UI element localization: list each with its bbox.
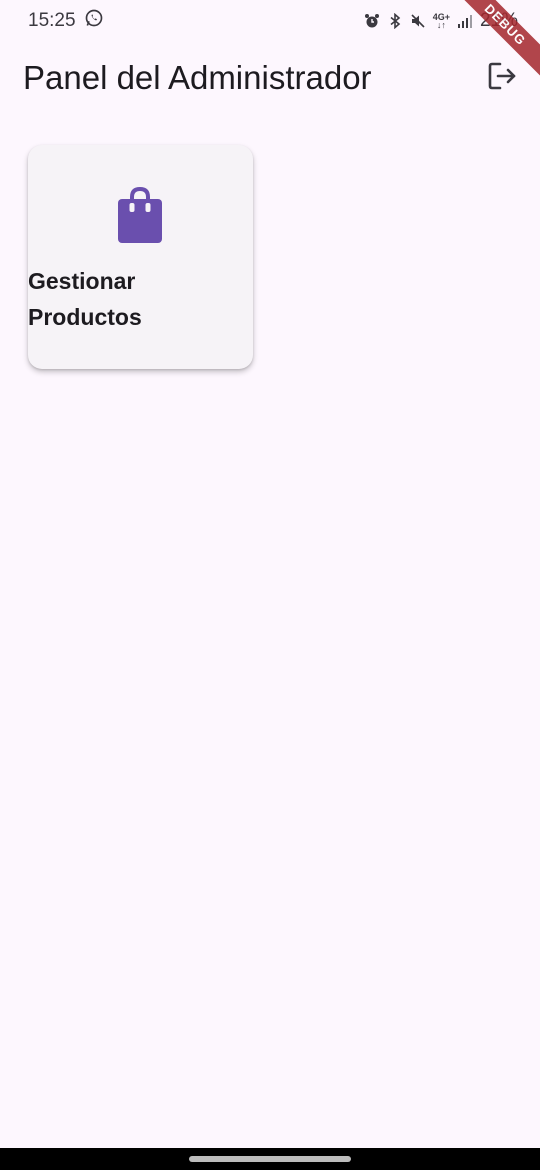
- screen: 15:25 4G+ ↓↑ DEBUG Panel del Administrad…: [0, 0, 540, 1170]
- dashboard-grid: Gestionar Productos: [28, 145, 253, 369]
- network-label: 4G+: [432, 12, 450, 22]
- signal-icon: [457, 13, 473, 29]
- card-label: Gestionar Productos: [28, 268, 142, 330]
- mute-icon: [410, 13, 426, 29]
- manage-products-card[interactable]: Gestionar Productos: [28, 145, 253, 369]
- page-title: Panel del Administrador: [23, 59, 372, 96]
- whatsapp-icon: [84, 8, 104, 34]
- logout-icon: [486, 60, 518, 97]
- shopping-bag-icon: [116, 185, 164, 245]
- logout-button[interactable]: [482, 58, 522, 98]
- status-time: 15:25: [28, 10, 76, 31]
- status-left: 15:25: [28, 8, 104, 34]
- alarm-icon: [364, 13, 380, 29]
- status-bar: 15:25 4G+ ↓↑: [0, 0, 540, 42]
- app-bar: Panel del Administrador: [0, 42, 540, 114]
- bluetooth-icon: [387, 12, 403, 30]
- network-4g-icon: 4G+ ↓↑: [432, 12, 450, 30]
- navigation-bar: [0, 1148, 540, 1170]
- home-gesture-handle[interactable]: [189, 1156, 351, 1162]
